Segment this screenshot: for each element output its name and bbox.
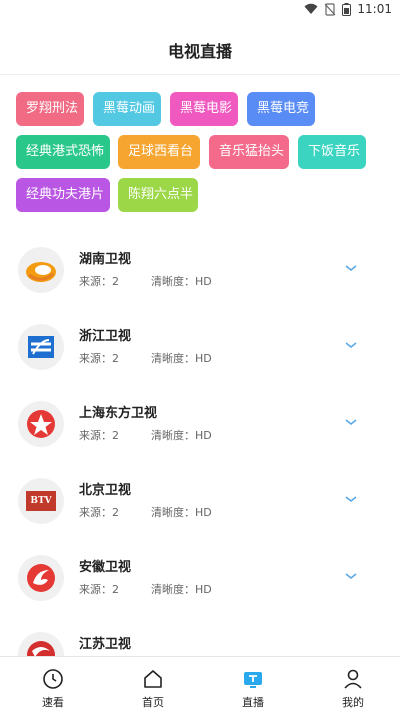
channel-name: 安徽卫视 bbox=[79, 560, 132, 575]
hunan-logo bbox=[18, 247, 64, 293]
chevron-down-icon[interactable] bbox=[344, 495, 358, 503]
channel-source: 来源：2 bbox=[79, 583, 119, 596]
chevron-down-icon[interactable] bbox=[344, 418, 358, 426]
nav-label: 我的 bbox=[342, 696, 364, 709]
tv-icon bbox=[244, 672, 262, 688]
channel-quality: 清晰度：HD bbox=[151, 352, 212, 365]
wifi-icon bbox=[304, 3, 318, 14]
channel-meta: 来源：2 清晰度：HD bbox=[79, 581, 212, 597]
nav-item-live[interactable]: 直播 bbox=[203, 657, 303, 713]
dragon-tv-logo bbox=[18, 401, 64, 447]
tag-chip[interactable]: 音乐猛抬头 bbox=[209, 135, 289, 169]
tag-chip[interactable]: 下饭音乐 bbox=[298, 135, 366, 169]
user-icon bbox=[344, 669, 362, 689]
jiangsu-logo bbox=[18, 632, 64, 656]
channel-meta: 来源：2 清晰度：HD bbox=[79, 350, 212, 366]
channel-item-beijing[interactable]: BTV 北京卫视 来源：2 清晰度：HD bbox=[0, 471, 400, 548]
channel-name: 上海东方卫视 bbox=[79, 406, 158, 421]
anhui-logo bbox=[18, 555, 64, 601]
clock-icon bbox=[43, 669, 63, 689]
btv-logo: BTV bbox=[18, 478, 64, 524]
channel-item-jiangsu[interactable]: 江苏卫视 bbox=[0, 625, 400, 656]
no-sim-icon bbox=[324, 2, 336, 16]
channel-meta: 来源：2 清晰度：HD bbox=[79, 273, 212, 289]
channel-item-zhejiang[interactable]: 浙江卫视 来源：2 清晰度：HD bbox=[0, 317, 400, 394]
tag-chip[interactable]: 经典功夫港片 bbox=[16, 178, 110, 212]
channel-name: 浙江卫视 bbox=[79, 329, 132, 344]
tag-chip[interactable]: 罗翔刑法 bbox=[16, 92, 84, 126]
nav-item-quick[interactable]: 速看 bbox=[3, 657, 103, 713]
bottom-nav: 速看 首页 直播 我的 bbox=[0, 656, 400, 713]
tag-chip[interactable]: 经典港式恐怖 bbox=[16, 135, 110, 169]
chevron-down-icon[interactable] bbox=[344, 341, 358, 349]
channel-quality: 清晰度：HD bbox=[151, 275, 212, 288]
tag-chip[interactable]: 黑莓电竞 bbox=[247, 92, 315, 126]
status-icons: 11:01 bbox=[304, 2, 392, 16]
channel-name: 北京卫视 bbox=[79, 483, 132, 498]
tag-chip[interactable]: 足球西看台 bbox=[118, 135, 200, 169]
channel-quality: 清晰度：HD bbox=[151, 429, 212, 442]
nav-label: 首页 bbox=[142, 696, 164, 709]
channel-name: 湖南卫视 bbox=[79, 252, 132, 267]
channel-item-anhui[interactable]: 安徽卫视 来源：2 清晰度：HD bbox=[0, 548, 400, 625]
channel-item-dragon[interactable]: 上海东方卫视 来源：2 清晰度：HD bbox=[0, 394, 400, 471]
channel-source: 来源：2 bbox=[79, 352, 119, 365]
btv-badge: BTV bbox=[26, 491, 56, 511]
channel-source: 来源：2 bbox=[79, 275, 119, 288]
home-icon bbox=[144, 670, 162, 688]
channel-meta: 来源：2 清晰度：HD bbox=[79, 504, 212, 520]
nav-item-home[interactable]: 首页 bbox=[103, 657, 203, 713]
zhejiang-logo bbox=[18, 324, 64, 370]
channel-quality: 清晰度：HD bbox=[151, 583, 212, 596]
battery-icon bbox=[342, 2, 352, 16]
channel-meta: 来源：2 清晰度：HD bbox=[79, 427, 212, 443]
chevron-down-icon[interactable] bbox=[344, 572, 358, 580]
header: 电视直播 bbox=[0, 18, 400, 75]
status-time: 11:01 bbox=[357, 2, 392, 16]
status-bar: 11:01 bbox=[0, 0, 400, 18]
tag-chip[interactable]: 黑莓动画 bbox=[93, 92, 161, 126]
chevron-down-icon[interactable] bbox=[344, 264, 358, 272]
channel-name: 江苏卫视 bbox=[79, 637, 132, 652]
channel-quality: 清晰度：HD bbox=[151, 506, 212, 519]
tag-chip[interactable]: 陈翔六点半 bbox=[118, 178, 198, 212]
channel-item-hunan[interactable]: 湖南卫视 来源：2 清晰度：HD bbox=[0, 240, 400, 317]
channel-source: 来源：2 bbox=[79, 506, 119, 519]
page-title: 电视直播 bbox=[167, 42, 232, 61]
tag-chip[interactable]: 黑莓电影 bbox=[170, 92, 238, 126]
nav-label: 直播 bbox=[242, 696, 264, 709]
channel-source: 来源：2 bbox=[79, 429, 119, 442]
nav-item-mine[interactable]: 我的 bbox=[303, 657, 400, 713]
nav-label: 速看 bbox=[42, 696, 64, 709]
